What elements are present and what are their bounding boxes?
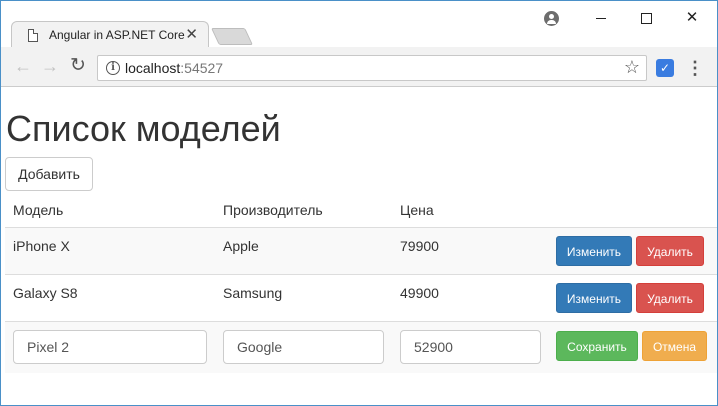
column-header-model: Модель xyxy=(13,202,64,218)
new-tab-button[interactable] xyxy=(211,28,253,45)
table-row: Galaxy S8 Samsung 49900 Изменить Удалить xyxy=(5,274,717,321)
cell-manufacturer: Apple xyxy=(223,238,259,254)
model-input[interactable] xyxy=(13,330,207,364)
page-content: Список моделей Добавить Модель Производи… xyxy=(1,88,717,405)
cell-price: 79900 xyxy=(400,238,439,254)
column-header-price: Цена xyxy=(400,202,434,218)
maximize-icon[interactable] xyxy=(635,7,657,29)
tab-close-icon[interactable]: ✕ xyxy=(185,25,198,43)
tab-title: Angular in ASP.NET Core xyxy=(49,28,185,42)
page-title: Список моделей xyxy=(6,108,281,149)
cell-price: 49900 xyxy=(400,285,439,301)
url-host: localhost xyxy=(125,60,181,76)
url-port: :54527 xyxy=(180,60,224,76)
edit-button[interactable]: Изменить xyxy=(556,283,632,313)
edit-row: Сохранить Отмена xyxy=(5,321,717,373)
table-row: iPhone X Apple 79900 Изменить Удалить xyxy=(5,227,717,274)
minimize-icon[interactable] xyxy=(590,7,612,29)
cell-manufacturer: Samsung xyxy=(223,285,283,301)
column-header-manufacturer: Производитель xyxy=(223,202,323,218)
browser-window: Angular in ASP.NET Core ✕ ✕ ← → ↻ i loca… xyxy=(0,0,718,406)
delete-button[interactable]: Удалить xyxy=(636,236,704,266)
cell-model: Galaxy S8 xyxy=(13,285,78,301)
forward-arrow-icon[interactable]: → xyxy=(40,56,60,76)
back-arrow-icon[interactable]: ← xyxy=(13,56,33,76)
save-button[interactable]: Сохранить xyxy=(556,331,638,361)
browser-tab[interactable]: Angular in ASP.NET Core ✕ xyxy=(11,21,209,48)
title-bar: Angular in ASP.NET Core ✕ ✕ xyxy=(1,1,717,48)
menu-dots-icon[interactable]: ⋮ xyxy=(685,57,705,79)
price-input[interactable] xyxy=(400,330,541,364)
manufacturer-input[interactable] xyxy=(223,330,384,364)
delete-button[interactable]: Удалить xyxy=(636,283,704,313)
add-button[interactable]: Добавить xyxy=(5,157,93,191)
cancel-button[interactable]: Отмена xyxy=(642,331,707,361)
profile-icon[interactable] xyxy=(544,11,559,26)
url-text: localhost:54527 xyxy=(125,60,223,76)
browser-toolbar: ← → ↻ i localhost:54527 ☆ ✓ ⋮ xyxy=(1,47,717,87)
close-window-icon[interactable]: ✕ xyxy=(681,7,703,29)
address-bar[interactable]: i localhost:54527 ☆ xyxy=(97,55,647,81)
bookmark-star-icon[interactable]: ☆ xyxy=(624,57,640,78)
cell-model: iPhone X xyxy=(13,238,70,254)
edit-button[interactable]: Изменить xyxy=(556,236,632,266)
extension-check-icon[interactable]: ✓ xyxy=(656,59,674,77)
info-icon[interactable]: i xyxy=(106,61,120,75)
page-icon xyxy=(28,29,38,42)
reload-icon[interactable]: ↻ xyxy=(68,56,88,76)
